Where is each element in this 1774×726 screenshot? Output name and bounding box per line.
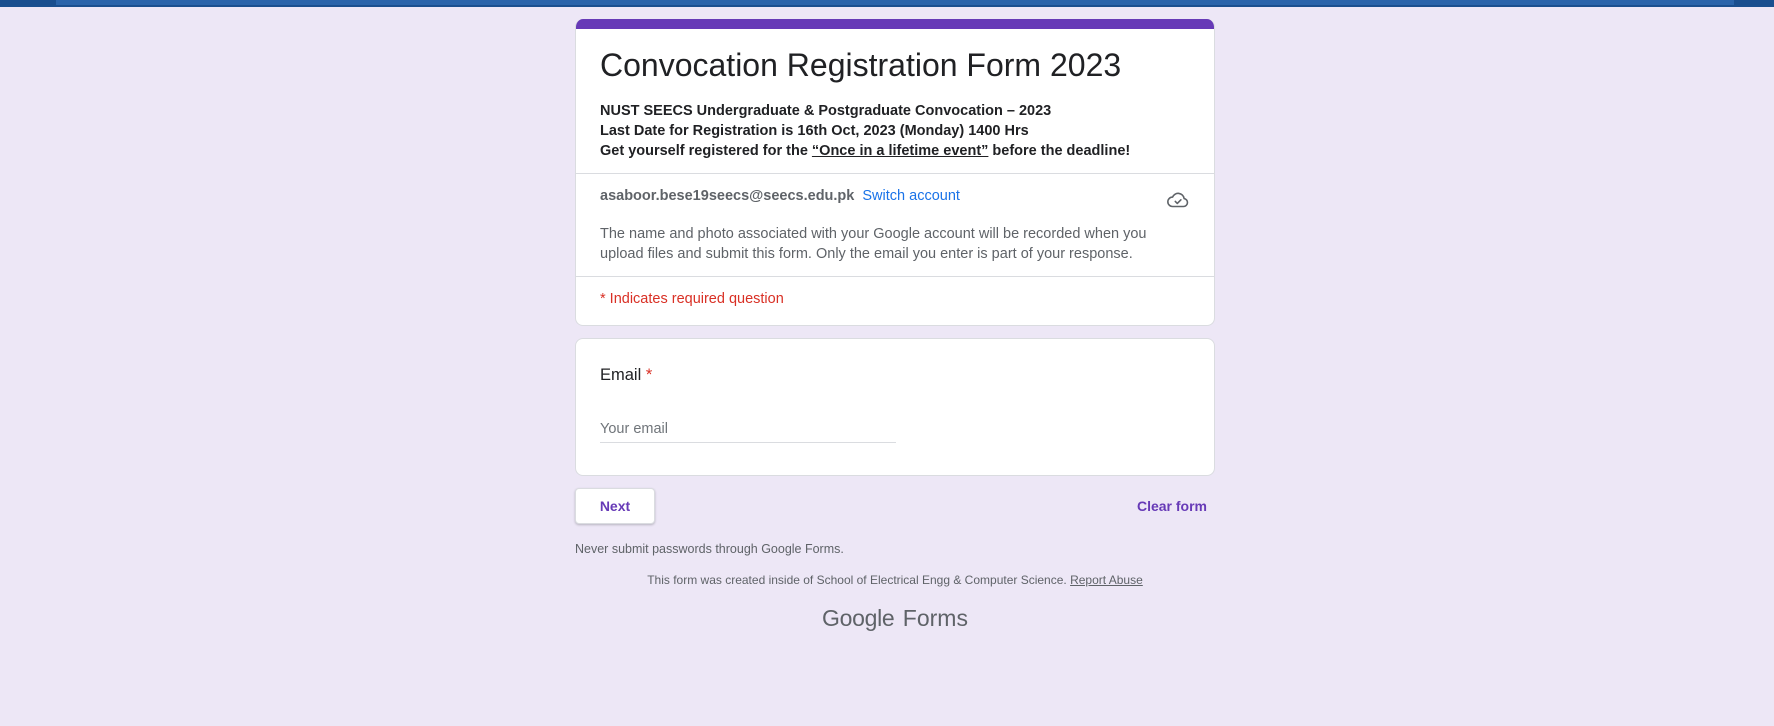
clear-form-button[interactable]: Clear form	[1137, 488, 1207, 524]
google-forms-logo[interactable]: Google Forms	[575, 603, 1215, 633]
account-row: asaboor.bese19seecs@seecs.edu.pk Switch …	[600, 186, 1190, 206]
privacy-notice: The name and photo associated with your …	[600, 226, 1147, 262]
email-question-label: Email *	[600, 363, 1190, 387]
created-by-line: This form was created inside of School o…	[575, 571, 1215, 589]
description-line-3-prefix: Get yourself registered for the	[600, 143, 812, 159]
form-title: Convocation Registration Form 2023	[600, 47, 1122, 83]
report-abuse-link[interactable]: Report Abuse	[1070, 573, 1143, 587]
description-line-1: NUST SEECS Undergraduate & Postgraduate …	[600, 103, 1052, 119]
browser-top-strip-inner	[56, 0, 1734, 5]
created-by-text: This form was created inside of School o…	[647, 573, 1071, 587]
switch-account-link[interactable]: Switch account	[862, 188, 960, 204]
account-email: asaboor.bese19seecs@seecs.edu.pk	[600, 188, 855, 204]
form-header-card: Convocation Registration Form 2023 NUST …	[575, 19, 1215, 326]
brand-forms-text: Forms	[902, 605, 968, 631]
description-line-3: Get yourself registered for the “Once in…	[600, 141, 1190, 161]
title-block: Convocation Registration Form 2023 NUST …	[576, 29, 1214, 173]
description-highlight: “Once in a lifetime event”	[811, 143, 989, 159]
next-button[interactable]: Next	[575, 488, 655, 524]
password-warning: Never submit passwords through Google Fo…	[575, 542, 844, 556]
title-accent-bar	[576, 19, 1214, 29]
account-block: asaboor.bese19seecs@seecs.edu.pk Switch …	[576, 174, 1214, 276]
browser-top-strip	[0, 0, 1774, 7]
required-note: * Indicates required question	[600, 291, 784, 307]
cloud-check-icon	[1166, 188, 1190, 212]
description-line-3-suffix: before the deadline!	[988, 143, 1131, 159]
email-input[interactable]	[600, 415, 896, 443]
required-asterisk: *	[645, 366, 653, 384]
email-label-text: Email	[600, 366, 642, 384]
email-question-card: Email *	[575, 338, 1215, 476]
form-container: Convocation Registration Form 2023 NUST …	[575, 19, 1215, 633]
required-block: * Indicates required question	[576, 277, 1214, 325]
brand-google-text: Google	[822, 605, 895, 631]
description-line-2: Last Date for Registration is 16th Oct, …	[600, 123, 1029, 139]
form-actions: Next Clear form	[575, 488, 1215, 524]
